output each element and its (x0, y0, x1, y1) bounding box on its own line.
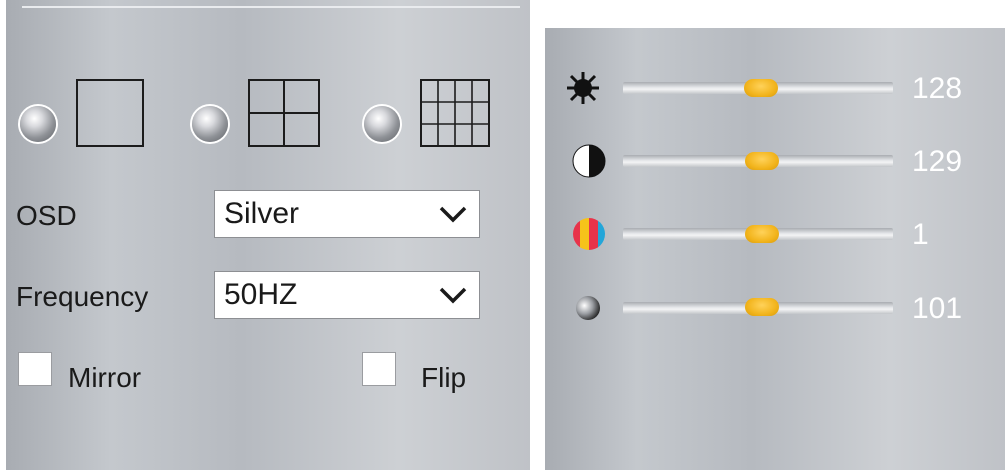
brightness-icon (565, 70, 601, 111)
osd-select-value: Silver (224, 197, 300, 230)
brightness-value: 128 (912, 72, 963, 105)
osd-select[interactable]: Silver (214, 190, 480, 238)
mirror-checkbox[interactable] (18, 352, 52, 386)
sharpness-value: 101 (912, 292, 963, 325)
single-view-icon (76, 79, 144, 147)
frequency-label: Frequency (16, 281, 149, 312)
frequency-select[interactable]: 50HZ (214, 271, 480, 319)
contrast-slider-thumb[interactable] (745, 152, 779, 170)
video-layout-panel: OSD Silver Frequency 50HZ Mirror Flip (6, 0, 530, 470)
layout-single-radio[interactable] (20, 106, 56, 142)
osd-label: OSD (16, 200, 77, 231)
contrast-value: 129 (912, 145, 963, 178)
mirror-label: Mirror (68, 362, 142, 393)
saturation-slider-thumb[interactable] (745, 225, 779, 243)
frequency-select-value: 50HZ (224, 278, 298, 311)
sharpness-icon (573, 293, 603, 328)
image-adjust-panel: 128 129 1 101 (545, 28, 1005, 470)
brightness-slider-thumb[interactable] (744, 79, 778, 97)
nine-view-icon (420, 79, 490, 147)
layout-nine-radio[interactable] (364, 106, 400, 142)
chevron-down-icon (439, 206, 467, 223)
layout-quad-radio[interactable] (192, 106, 228, 142)
flip-checkbox[interactable] (362, 352, 396, 386)
top-divider (22, 6, 520, 8)
sharpness-slider-thumb[interactable] (745, 298, 779, 316)
chevron-down-icon (439, 287, 467, 304)
saturation-icon (571, 216, 607, 257)
flip-label: Flip (421, 362, 467, 393)
contrast-icon (571, 143, 607, 184)
saturation-value: 1 (912, 218, 929, 251)
quad-view-icon (248, 79, 320, 147)
